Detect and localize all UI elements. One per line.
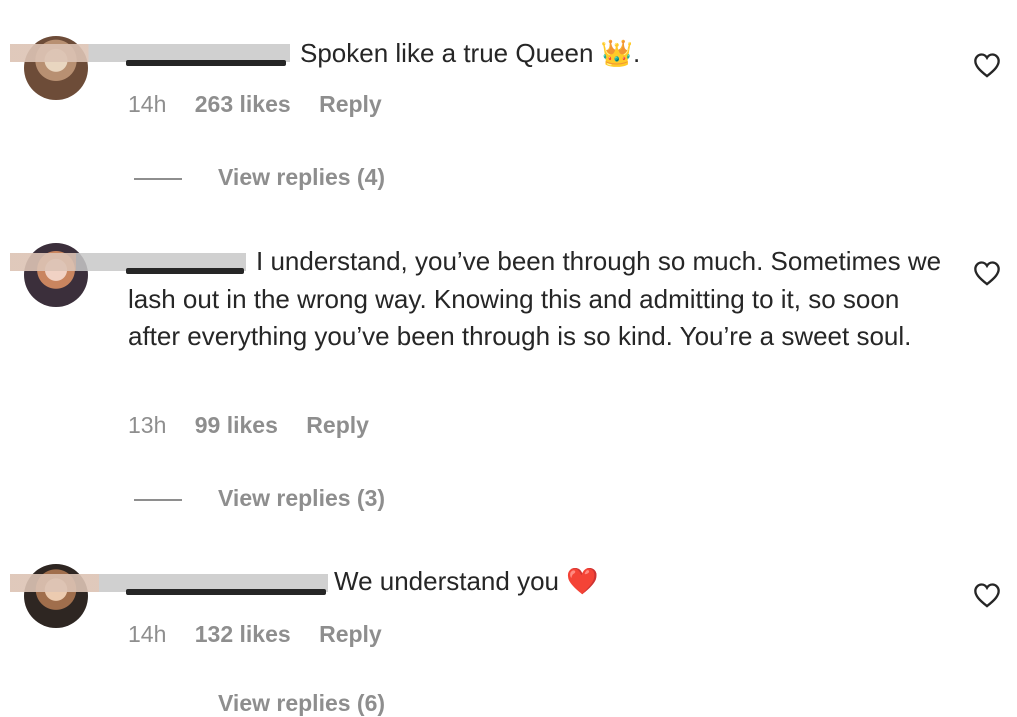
comment-text: We understand you ❤️ — [334, 563, 934, 602]
reply-button[interactable]: Reply — [319, 621, 382, 647]
comment-meta: 13h 99 likes Reply — [128, 412, 369, 439]
divider-line — [134, 498, 182, 501]
heart-outline-icon[interactable] — [973, 52, 1001, 78]
crown-icon: 👑 — [600, 39, 634, 69]
comment-age: 14h — [128, 621, 167, 647]
likes-count[interactable]: 132 likes — [195, 621, 291, 647]
reply-button[interactable]: Reply — [319, 91, 382, 117]
view-replies-button[interactable]: View replies (3) — [134, 485, 385, 512]
view-replies-label: View replies (3) — [218, 485, 386, 511]
red-heart-icon: ❤️ — [566, 567, 599, 597]
heart-outline-icon[interactable] — [973, 260, 1001, 286]
view-replies-button[interactable]: View replies (4) — [134, 164, 385, 191]
likes-count[interactable]: 99 likes — [195, 412, 278, 438]
comment-body: I understand, you’ve been through so muc… — [128, 246, 942, 351]
reply-button[interactable]: Reply — [306, 412, 369, 438]
view-replies-label: View replies (6) — [218, 690, 386, 716]
comment-text: I understand, you’ve been through so muc… — [128, 243, 958, 356]
heart-outline-icon[interactable] — [973, 582, 1001, 608]
view-replies-label: View replies (4) — [218, 164, 386, 190]
username-fragment — [126, 589, 326, 595]
comment-trail: . — [633, 38, 641, 68]
comment-age: 14h — [128, 91, 167, 117]
likes-count[interactable]: 263 likes — [195, 91, 291, 117]
comment-meta: 14h 132 likes Reply — [128, 621, 382, 648]
view-replies-button[interactable]: View replies (6) — [134, 690, 385, 717]
comment-age: 13h — [128, 412, 167, 438]
divider-line — [134, 177, 182, 180]
comment-meta: 14h 263 likes Reply — [128, 91, 382, 118]
username-fragment — [126, 60, 286, 66]
comment-body: We understand you — [334, 566, 559, 596]
comment-text: Spoken like a true Queen 👑. — [300, 35, 940, 74]
comment-body: Spoken like a true Queen — [300, 38, 594, 68]
